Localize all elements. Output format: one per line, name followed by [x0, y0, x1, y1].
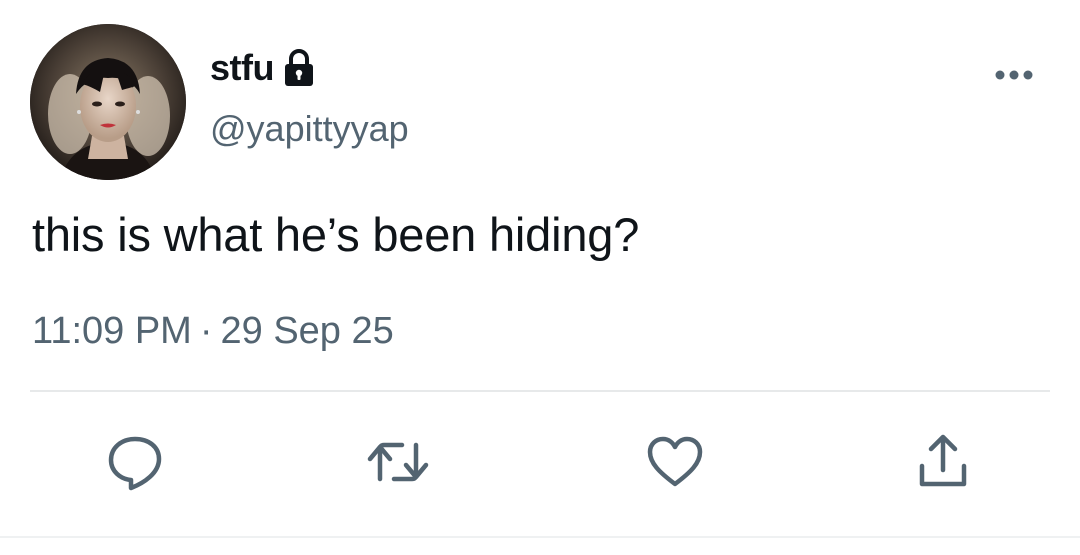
divider: [30, 390, 1050, 392]
bottom-divider: [0, 536, 1080, 538]
more-options-button[interactable]: [990, 60, 1038, 90]
share-button[interactable]: [911, 430, 975, 494]
retweet-button[interactable]: [366, 430, 430, 494]
display-name-row: stfu: [210, 44, 316, 92]
more-horizontal-icon: [995, 70, 1033, 80]
reply-button[interactable]: [103, 430, 167, 494]
tweet-card: stfu @yapittyyap this is what he’s been …: [0, 0, 1080, 555]
lock-icon: [282, 48, 316, 88]
display-name[interactable]: stfu: [210, 47, 275, 89]
reply-icon: [108, 436, 162, 491]
handle[interactable]: @yapittyyap: [210, 108, 409, 150]
action-bar: [0, 430, 1080, 494]
avatar[interactable]: [30, 24, 186, 180]
like-button[interactable]: [643, 430, 707, 494]
tweet-date[interactable]: 29 Sep 25: [221, 310, 394, 352]
meta-separator: ·: [199, 310, 213, 352]
heart-icon: [647, 436, 703, 487]
tweet-time[interactable]: 11:09 PM: [32, 310, 192, 352]
share-icon: [919, 434, 967, 487]
retweet-icon: [367, 442, 429, 482]
avatar-image: [30, 24, 186, 180]
tweet-meta: 11:09 PM · 29 Sep 25: [32, 310, 394, 353]
tweet-text: this is what he’s been hiding?: [32, 208, 640, 261]
